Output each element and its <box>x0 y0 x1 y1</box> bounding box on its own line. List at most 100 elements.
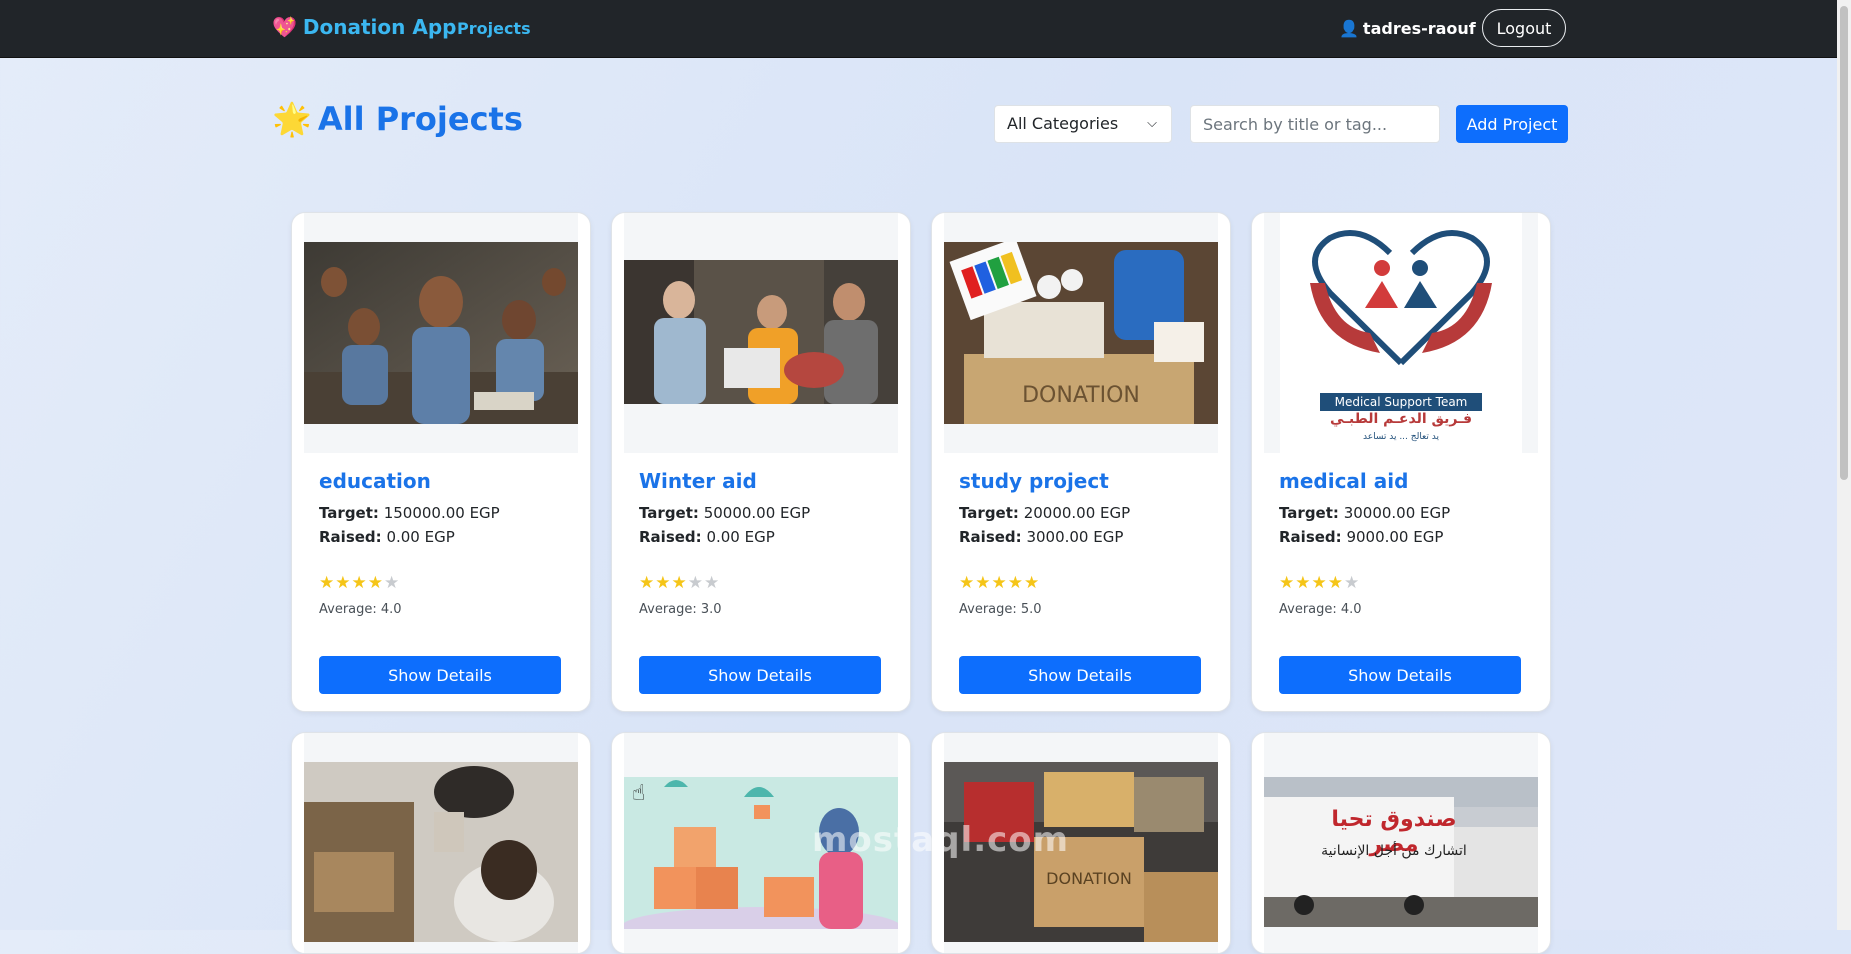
project-title[interactable]: medical aid <box>1279 469 1408 493</box>
project-target: Target: 50000.00 EGP <box>639 504 810 522</box>
raised-label: Raised: <box>1279 528 1342 546</box>
brand-label: Donation App <box>302 15 457 39</box>
page-title: 🌟 All Projects <box>272 100 523 138</box>
raised-value: 3000.00 EGP <box>1026 528 1124 546</box>
star-icon: ★ <box>1327 573 1344 593</box>
star-rating: ★★★★★ <box>1279 573 1360 593</box>
classroom-children-photo <box>304 242 578 424</box>
hand-cursor-icon: ☝ <box>632 781 646 806</box>
school-supplies-donation-box-photo: DONATION <box>944 242 1218 424</box>
vertical-scrollbar[interactable] <box>1837 0 1851 930</box>
star-icon: ★ <box>975 573 992 593</box>
project-image-frame <box>304 733 578 953</box>
target-value: 150000.00 EGP <box>383 504 500 522</box>
star-icon: ★ <box>367 573 384 593</box>
search-input[interactable] <box>1190 105 1440 143</box>
star-rating: ★★★★★ <box>319 573 400 593</box>
convoy-banner-subtitle: اتشارك من أجل الإنسانية <box>1321 843 1467 859</box>
target-label: Target: <box>959 504 1019 522</box>
project-raised: Raised: 3000.00 EGP <box>959 528 1123 546</box>
caring-hands-heart-icon <box>1310 230 1492 366</box>
average-rating: Average: 4.0 <box>319 602 402 617</box>
nav-projects-link[interactable]: Projects <box>457 19 531 38</box>
target-label: Target: <box>639 504 699 522</box>
logo-tagline: يد تعالج ... يد تساعد <box>1363 432 1439 442</box>
page-title-label: All Projects <box>317 100 523 138</box>
star-icon: ★ <box>639 573 656 593</box>
brand-link[interactable]: 💖 Donation App <box>272 15 456 39</box>
star-icon: ★ <box>671 573 688 593</box>
show-details-button[interactable]: Show Details <box>319 656 561 694</box>
target-value: 20000.00 EGP <box>1023 504 1131 522</box>
project-target: Target: 150000.00 EGP <box>319 504 500 522</box>
target-label: Target: <box>319 504 379 522</box>
project-title[interactable]: Winter aid <box>639 469 757 493</box>
star-icon: ★ <box>351 573 368 593</box>
star-icon: ★ <box>991 573 1008 593</box>
user-icon: 👤 <box>1339 19 1359 38</box>
star-icon: ★ <box>1311 573 1328 593</box>
star-icon: ★ <box>1024 573 1041 593</box>
project-target: Target: 30000.00 EGP <box>1279 504 1450 522</box>
user-display: 👤 tadres-raouf <box>1339 19 1476 38</box>
target-value: 50000.00 EGP <box>703 504 811 522</box>
average-rating: Average: 3.0 <box>639 602 722 617</box>
sparkle-star-icon: 🌟 <box>272 100 312 138</box>
project-target: Target: 20000.00 EGP <box>959 504 1130 522</box>
project-raised: Raised: 9000.00 EGP <box>1279 528 1443 546</box>
raised-value: 9000.00 EGP <box>1346 528 1444 546</box>
project-image-frame <box>304 213 578 453</box>
raised-value: 0.00 EGP <box>386 528 455 546</box>
project-raised: Raised: 0.00 EGP <box>319 528 455 546</box>
project-image-frame: صندوق تحيا مصر اتشارك من أجل الإنسانية <box>1264 733 1538 953</box>
logout-button[interactable]: Logout <box>1482 9 1566 47</box>
scrollbar-thumb[interactable] <box>1840 6 1848 480</box>
project-image-frame <box>624 213 898 453</box>
project-card: Winter aid Target: 50000.00 EGP Raised: … <box>611 212 911 712</box>
project-raised: Raised: 0.00 EGP <box>639 528 775 546</box>
star-icon: ★ <box>1344 573 1361 593</box>
svg-text:DONATION: DONATION <box>1022 383 1140 408</box>
category-select-value: All Categories <box>1007 114 1119 133</box>
project-image-frame: Medical Support Team فـريق الدعـم الطبـي… <box>1264 213 1538 453</box>
star-icon: ★ <box>1007 573 1024 593</box>
watermark: mostaql.com <box>812 820 1070 860</box>
star-icon: ★ <box>687 573 704 593</box>
category-select[interactable]: All Categories ⌵ <box>994 105 1172 143</box>
star-icon: ★ <box>704 573 721 593</box>
average-rating: Average: 5.0 <box>959 602 1042 617</box>
logo-caption-en: Medical Support Team <box>1320 393 1482 411</box>
star-icon: ★ <box>655 573 672 593</box>
star-icon: ★ <box>335 573 352 593</box>
star-icon: ★ <box>384 573 401 593</box>
aid-volunteers-photo <box>624 260 898 404</box>
project-card <box>291 732 591 954</box>
target-label: Target: <box>1279 504 1339 522</box>
svg-text:DONATION: DONATION <box>1046 869 1132 888</box>
project-card: صندوق تحيا مصر اتشارك من أجل الإنسانية <box>1251 732 1551 954</box>
star-rating: ★★★★★ <box>959 573 1040 593</box>
star-icon: ★ <box>1295 573 1312 593</box>
chevron-down-icon: ⌵ <box>1147 116 1157 131</box>
add-project-button[interactable]: Add Project <box>1456 105 1568 143</box>
star-icon: ★ <box>959 573 976 593</box>
project-card: DONATION study project Target: 20000.00 … <box>931 212 1231 712</box>
show-details-button[interactable]: Show Details <box>639 656 881 694</box>
show-details-button[interactable]: Show Details <box>959 656 1201 694</box>
logo-caption-ar: فـريق الدعـم الطبـي <box>1329 411 1473 427</box>
raised-label: Raised: <box>959 528 1022 546</box>
project-card: Medical Support Team فـريق الدعـم الطبـي… <box>1251 212 1551 712</box>
raised-value: 0.00 EGP <box>706 528 775 546</box>
project-card: education Target: 150000.00 EGP Raised: … <box>291 212 591 712</box>
project-title[interactable]: education <box>319 469 431 493</box>
medical-support-team-logo: Medical Support Team فـريق الدعـم الطبـي… <box>1280 213 1522 453</box>
navbar: 💖 Donation App Projects 👤 tadres-raouf Log… <box>0 0 1837 58</box>
show-details-button[interactable]: Show Details <box>1279 656 1521 694</box>
project-image-frame: DONATION <box>944 213 1218 453</box>
username: tadres-raouf <box>1362 19 1476 38</box>
star-icon: ★ <box>319 573 336 593</box>
target-value: 30000.00 EGP <box>1343 504 1451 522</box>
star-icon: ★ <box>1279 573 1296 593</box>
project-title[interactable]: study project <box>959 469 1109 493</box>
raised-label: Raised: <box>319 528 382 546</box>
